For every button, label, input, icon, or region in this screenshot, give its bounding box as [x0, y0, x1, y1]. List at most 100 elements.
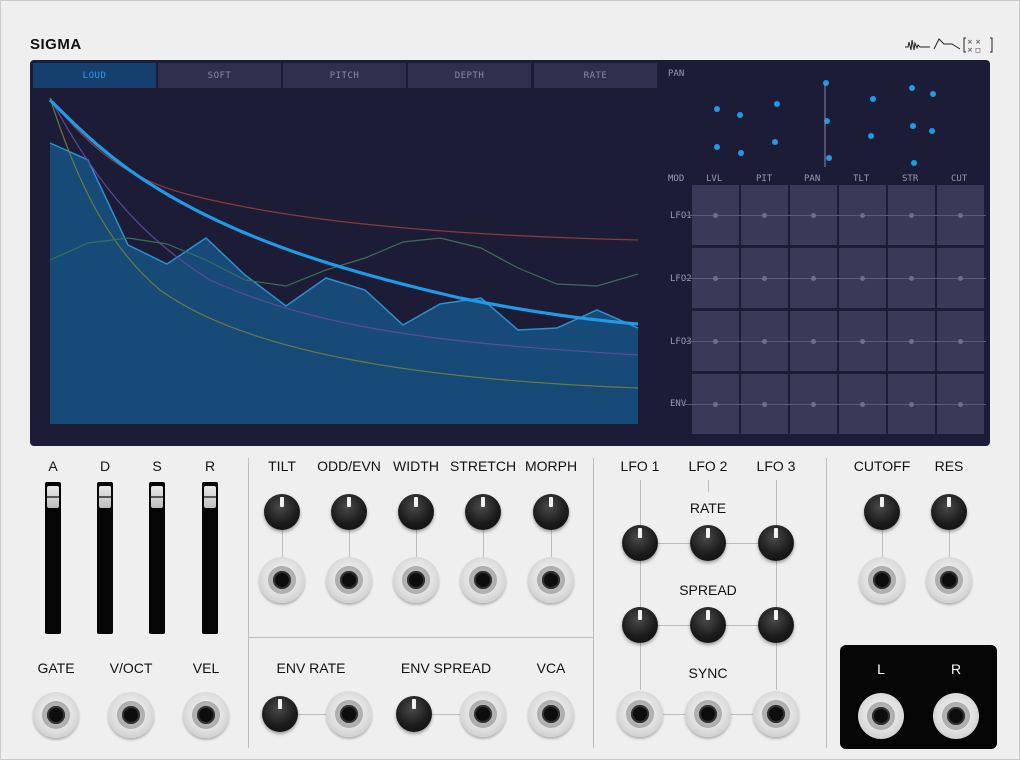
mod-amount-dot	[958, 276, 963, 281]
sustain-slider[interactable]	[149, 482, 165, 634]
env-rate-label: ENV RATE	[276, 660, 346, 676]
stretch-cv-jack[interactable]	[460, 557, 506, 603]
display-screen: LOUD SOFT PITCH DEPTH RATE PAN MOD LVL P…	[30, 60, 990, 446]
curve-red	[49, 97, 639, 241]
connector	[640, 480, 641, 690]
adsr-label-r: R	[204, 458, 216, 474]
mod-amount-dot	[958, 339, 963, 344]
res-knob[interactable]	[931, 494, 967, 530]
stretch-label: STRETCH	[449, 458, 517, 474]
mod-amount-dot	[860, 213, 865, 218]
width-label: WIDTH	[393, 458, 439, 474]
vca-label: VCA	[536, 660, 566, 676]
mod-row-line	[684, 341, 986, 342]
oddevn-knob[interactable]	[331, 494, 367, 530]
mod-amount-dot	[762, 339, 767, 344]
env-spread-knob[interactable]	[396, 696, 432, 732]
mod-amount-dot	[713, 339, 718, 344]
output-right-label: R	[950, 661, 962, 677]
mod-row-line	[684, 404, 986, 405]
output-right-jack[interactable]	[933, 693, 979, 739]
output-left-jack[interactable]	[858, 693, 904, 739]
cutoff-knob[interactable]	[864, 494, 900, 530]
env-rate-cv-jack[interactable]	[326, 691, 372, 737]
lfo2-rate-knob[interactable]	[690, 525, 726, 561]
tilt-cv-jack[interactable]	[259, 557, 305, 603]
envelope-icon	[933, 38, 961, 50]
lfo1-rate-knob[interactable]	[622, 525, 658, 561]
morph-cv-jack[interactable]	[528, 557, 574, 603]
slider-handle[interactable]	[151, 486, 163, 508]
lfo2-spread-knob[interactable]	[690, 607, 726, 643]
cutoff-label: CUTOFF	[853, 458, 911, 474]
attack-slider[interactable]	[45, 482, 61, 634]
matrix-icon: × × × ◻	[963, 37, 993, 54]
tilt-knob[interactable]	[264, 494, 300, 530]
env-spread-cv-jack[interactable]	[460, 691, 506, 737]
gate-jack[interactable]	[33, 692, 79, 738]
pan-label: PAN	[668, 69, 685, 79]
width-cv-jack[interactable]	[393, 557, 439, 603]
lfo2-sync-jack[interactable]	[685, 691, 731, 737]
lfo3-spread-knob[interactable]	[758, 607, 794, 643]
mod-amount-dot	[713, 276, 718, 281]
vca-jack[interactable]	[528, 691, 574, 737]
adsr-label-s: S	[152, 458, 162, 474]
morph-knob[interactable]	[533, 494, 569, 530]
logo: × × × ◻	[905, 37, 993, 54]
res-cv-jack[interactable]	[926, 557, 972, 603]
mod-col-pan: PAN	[804, 174, 821, 184]
mod-amount-dot	[909, 276, 914, 281]
gate-label: GATE	[37, 660, 75, 676]
release-slider[interactable]	[202, 482, 218, 634]
mod-col-pit: PIT	[756, 174, 773, 184]
stretch-knob[interactable]	[465, 494, 501, 530]
slider-handle[interactable]	[204, 486, 216, 508]
decay-slider[interactable]	[97, 482, 113, 634]
svg-text:× ◻: × ◻	[967, 46, 981, 54]
oddevn-cv-jack[interactable]	[326, 557, 372, 603]
mod-amount-dot	[860, 276, 865, 281]
slider-handle[interactable]	[47, 486, 59, 508]
voct-jack[interactable]	[108, 692, 154, 738]
lfo-spread-label: SPREAD	[679, 582, 737, 598]
spectrum-graph	[48, 97, 639, 424]
mod-row-line	[684, 278, 986, 279]
mod-amount-dot	[762, 213, 767, 218]
env-spread-label: ENV SPREAD	[400, 660, 492, 676]
mod-amount-dot	[713, 213, 718, 218]
divider	[248, 458, 249, 748]
mod-amount-dot	[762, 402, 767, 407]
lfo-rate-label: RATE	[689, 500, 727, 516]
mod-amount-dot	[909, 213, 914, 218]
lfo-sync-label: SYNC	[688, 665, 728, 681]
mod-corner-label: MOD	[668, 174, 685, 184]
mod-amount-dot	[909, 402, 914, 407]
mod-row-lfo2: LFO2	[670, 274, 692, 284]
oddevn-label: ODD/EVN	[317, 458, 381, 474]
mod-col-lvl: LVL	[706, 174, 723, 184]
mod-amount-dot	[811, 276, 816, 281]
pan-scatter	[714, 80, 936, 167]
mod-row-line	[684, 215, 986, 216]
vel-label: VEL	[192, 660, 220, 676]
divider	[593, 458, 594, 748]
lfo2-label: LFO 2	[688, 458, 728, 474]
mod-amount-dot	[811, 402, 816, 407]
width-knob[interactable]	[398, 494, 434, 530]
lfo3-rate-knob[interactable]	[758, 525, 794, 561]
mod-amount-dot	[713, 402, 718, 407]
adsr-label-d: D	[99, 458, 111, 474]
lfo3-sync-jack[interactable]	[753, 691, 799, 737]
divider	[826, 458, 827, 748]
lfo1-spread-knob[interactable]	[622, 607, 658, 643]
mod-amount-dot	[958, 213, 963, 218]
mod-amount-dot	[958, 402, 963, 407]
mod-col-cut: CUT	[951, 174, 968, 184]
vel-jack[interactable]	[183, 692, 229, 738]
cutoff-cv-jack[interactable]	[859, 557, 905, 603]
voct-label: V/OCT	[109, 660, 153, 676]
env-rate-knob[interactable]	[262, 696, 298, 732]
slider-handle[interactable]	[99, 486, 111, 508]
lfo1-sync-jack[interactable]	[617, 691, 663, 737]
